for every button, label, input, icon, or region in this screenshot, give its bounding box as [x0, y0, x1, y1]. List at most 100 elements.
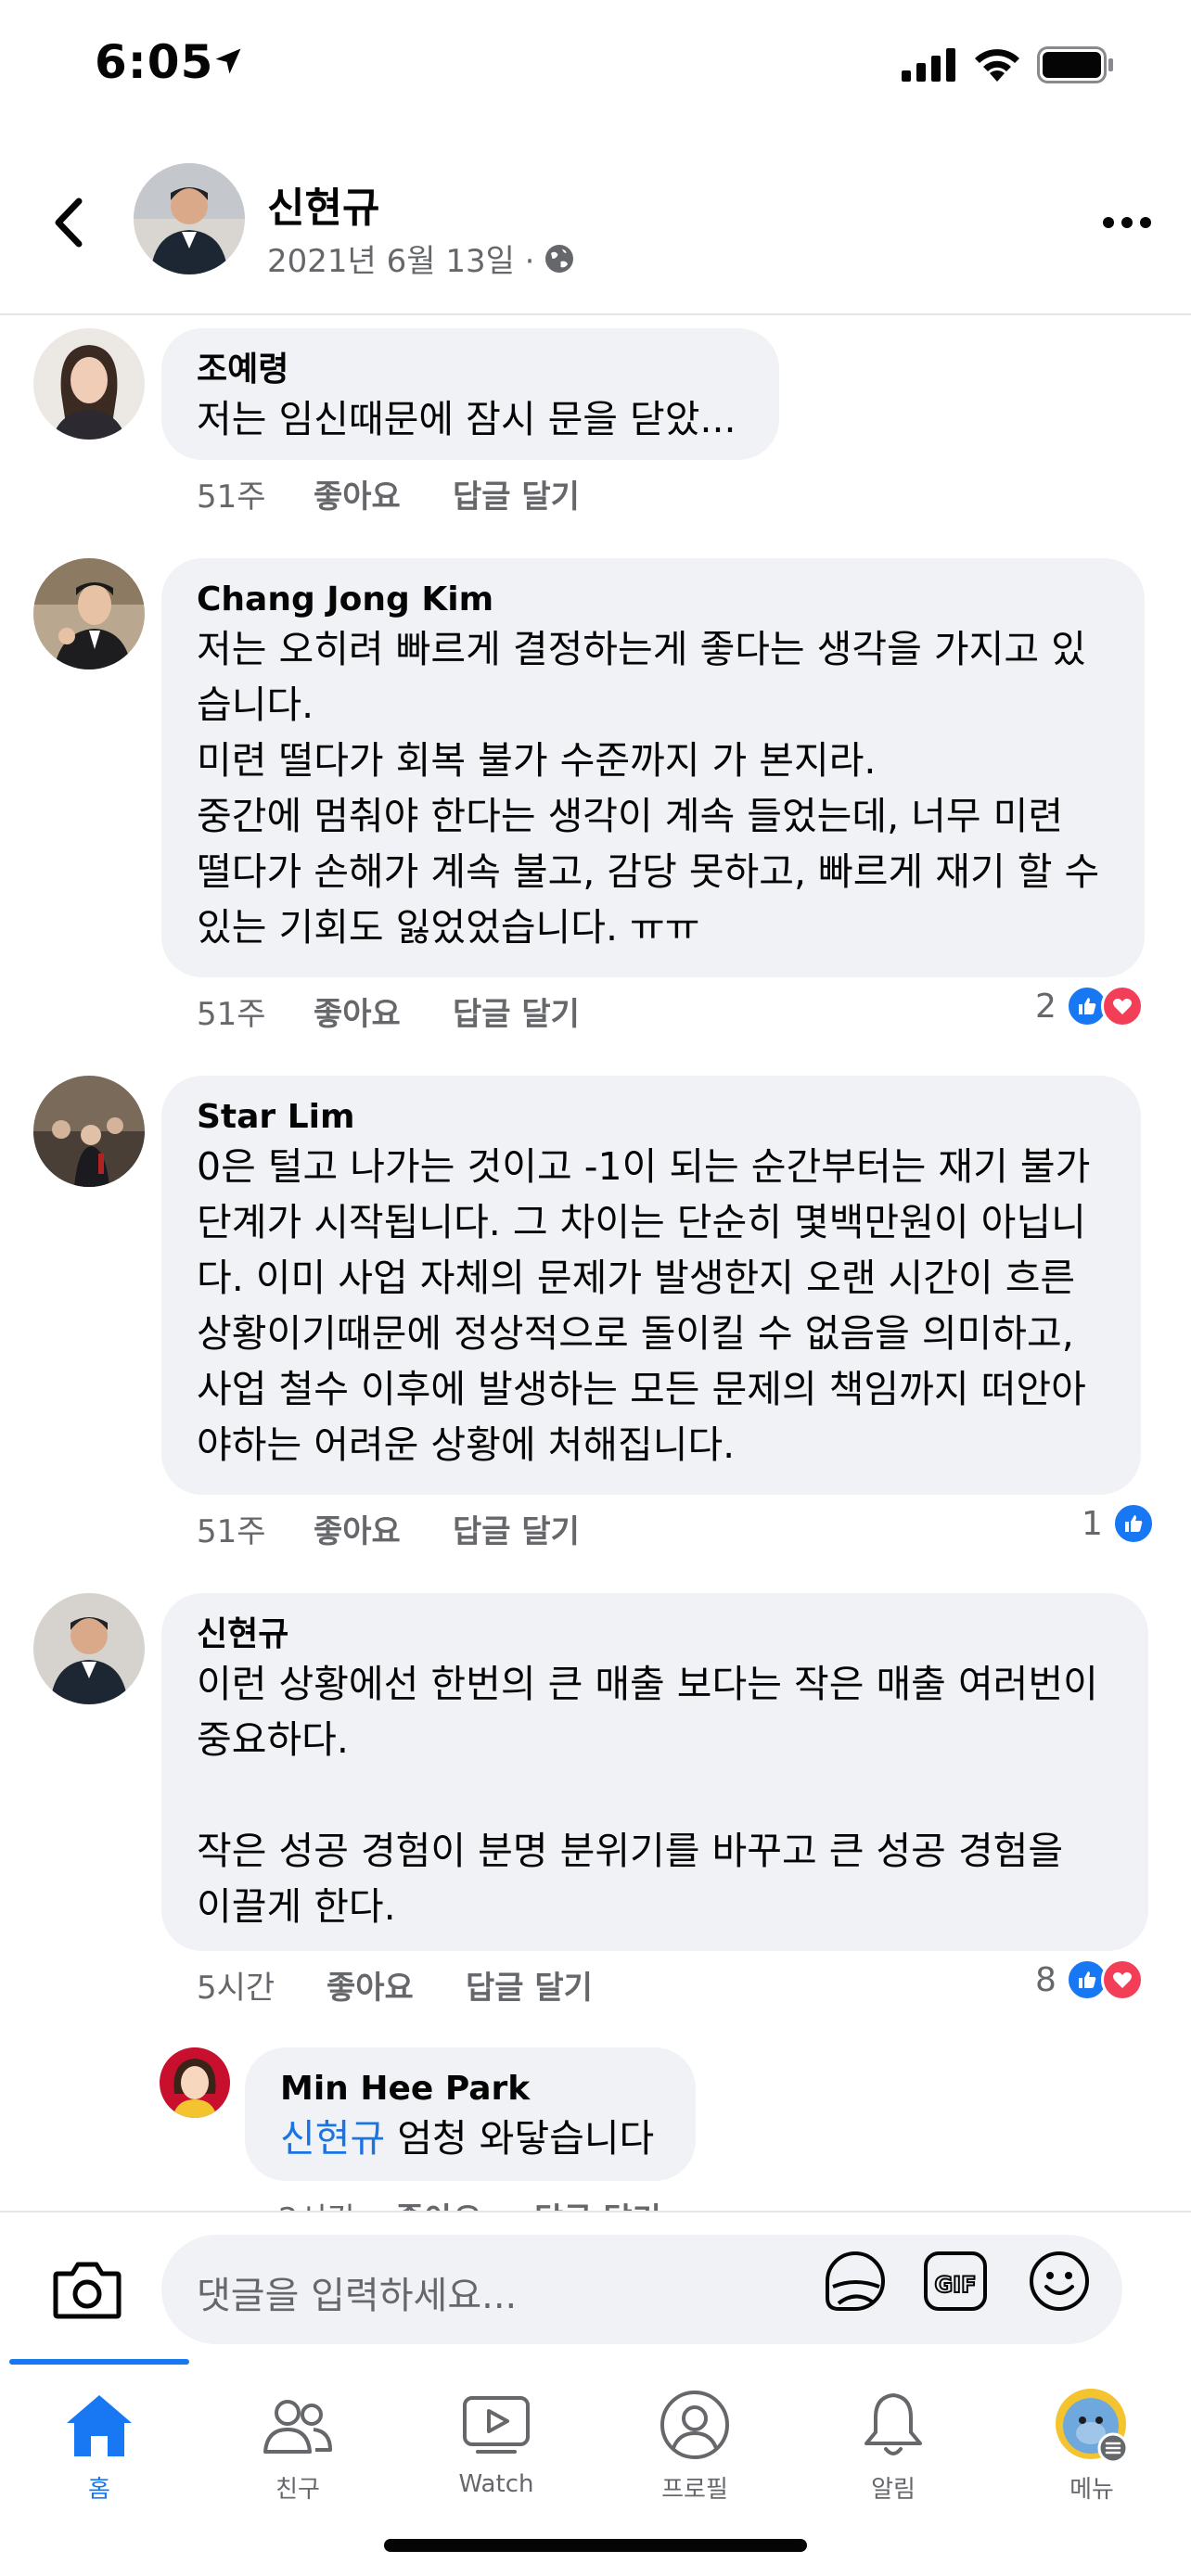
nav-tab-notifications[interactable]: 알림 [794, 2383, 992, 2505]
heart-icon [1112, 998, 1132, 1014]
chevron-left-icon [55, 198, 83, 248]
camera-icon[interactable] [52, 2259, 122, 2320]
post-meta: 2021년 6월 13일 · [267, 236, 576, 281]
comment-text: 저는 오히려 빠르게 결정하는게 좋다는 생각을 가지고 있 습니다. 미련 떨… [197, 627, 1100, 950]
reply-button[interactable]: 답글 달기 [453, 988, 580, 1034]
thumbs-up-icon [1078, 998, 1096, 1014]
reply-text: 엄청 와닿습니다 [385, 2116, 655, 2161]
battery-icon [1037, 46, 1113, 83]
home-indicator[interactable] [384, 2539, 807, 2552]
gif-icon[interactable]: GIF [920, 2246, 991, 2316]
comment-time: 51주 [197, 1513, 266, 1550]
status-bar: 6:05 [0, 0, 1191, 139]
person-photo-icon [33, 328, 145, 440]
person-photo-icon [33, 1593, 145, 1704]
comment-actions: 5시간 좋아요 답글 달기 [197, 1962, 593, 2008]
comment-bubble: 신현규 이런 상황에선 한번의 큰 매출 보다는 작은 매출 여러번이 중요하다… [161, 1593, 1148, 1951]
author-name[interactable]: 신현규 [267, 174, 379, 234]
reply-button[interactable]: 답글 달기 [453, 1506, 580, 1551]
wifi-icon [975, 49, 1019, 82]
commenter-avatar[interactable] [33, 328, 145, 440]
reply-button[interactable]: 답글 달기 [453, 471, 580, 516]
status-time: 6:05 [95, 35, 214, 89]
nav-label: 프로필 [661, 2476, 728, 2504]
nav-tab-watch[interactable]: Watch [397, 2383, 596, 2498]
love-reaction-icon [1100, 1958, 1144, 2001]
reaction-count: 8 [1035, 1960, 1057, 1999]
more-dot-icon [1121, 217, 1133, 228]
more-options-button[interactable] [1095, 204, 1159, 241]
comment-text: 신현규 엄청 와닿습니다 [280, 2111, 660, 2166]
cartoon-avatar-icon [160, 2047, 230, 2118]
comment-time: 51주 [197, 478, 266, 516]
reaction-summary[interactable]: 8 [1035, 1958, 1144, 2001]
like-button[interactable]: 좋아요 [314, 988, 453, 1034]
comment-bubble: 조예령 저는 임신때문에 잠시 문을 닫았... [161, 328, 779, 460]
comment-text: 이런 상황에선 한번의 큰 매출 보다는 작은 매출 여러번이 중요하다. 작은… [197, 1662, 1098, 1929]
profile-icon [660, 2391, 729, 2459]
commenter-name[interactable]: 조예령 [197, 349, 744, 391]
commenter-avatar[interactable] [33, 1076, 145, 1187]
person-photo-icon [33, 1076, 145, 1187]
comment-text: 저는 임신때문에 잠시 문을 닫았... [197, 397, 736, 441]
heart-icon [1112, 1971, 1132, 1988]
sticker-icon[interactable] [820, 2246, 890, 2316]
nav-label: 알림 [871, 2476, 916, 2504]
comment-bubble: Chang Jong Kim 저는 오히려 빠르게 결정하는게 좋다는 생각을 … [161, 558, 1145, 977]
comment-text: 0은 털고 나가는 것이고 -1이 되는 순간부터는 재기 불가 단계가 시작됩… [197, 1144, 1091, 1467]
commenter-name[interactable]: Star Lim [197, 1096, 1106, 1139]
love-reaction-icon [1100, 985, 1144, 1027]
commenter-name[interactable]: 신현규 [197, 1613, 1113, 1656]
reaction-count: 1 [1082, 1504, 1103, 1543]
post-date[interactable]: 2021년 6월 13일 · [267, 236, 535, 281]
comment-input-placeholder: 댓글을 입력하세요... [197, 2275, 518, 2317]
commenter-avatar[interactable] [33, 1593, 145, 1704]
svg-text:GIF: GIF [934, 2272, 976, 2298]
nav-label: 메뉴 [1069, 2476, 1114, 2504]
commenter-avatar[interactable] [33, 558, 145, 670]
thumbs-up-icon [1124, 1515, 1143, 1532]
nav-tab-profile[interactable]: 프로필 [596, 2383, 794, 2505]
active-tab-indicator [9, 2359, 189, 2365]
nav-tab-home[interactable]: 홈 [0, 2383, 198, 2505]
commenter-avatar[interactable] [160, 2047, 230, 2118]
emoji-icon[interactable] [1024, 2246, 1095, 2316]
more-dot-icon [1103, 217, 1114, 228]
reaction-summary[interactable]: 2 [1035, 985, 1144, 1027]
watch-icon [463, 2396, 530, 2454]
like-reaction-icon [1111, 1502, 1155, 1545]
commenter-name[interactable]: Min Hee Park [280, 2068, 660, 2111]
comment-composer: 댓글을 입력하세요... GIF [0, 2211, 1191, 2359]
nav-label: Watch [458, 2470, 534, 2498]
author-avatar[interactable] [134, 163, 245, 274]
comment-actions: 51주 좋아요 답글 달기 [197, 1506, 580, 1551]
nav-label: 친구 [275, 2476, 320, 2504]
like-button[interactable]: 좋아요 [314, 471, 453, 516]
comment-actions: 51주 좋아요 답글 달기 [197, 471, 580, 516]
commenter-name[interactable]: Chang Jong Kim [197, 579, 1109, 621]
mention-link[interactable]: 신현규 [280, 2116, 385, 2161]
home-icon [67, 2395, 132, 2456]
nav-label: 홈 [88, 2476, 110, 2504]
reaction-count: 2 [1035, 987, 1057, 1026]
location-arrow-icon [215, 48, 241, 74]
thumbs-up-icon [1078, 1971, 1096, 1988]
post-header: 신현규 2021년 6월 13일 · [0, 139, 1191, 315]
comment-bubble: Star Lim 0은 털고 나가는 것이고 -1이 되는 순간부터는 재기 불… [161, 1076, 1141, 1495]
back-button[interactable] [41, 190, 96, 255]
reply-bubble: Min Hee Park 신현규 엄청 와닿습니다 [245, 2047, 696, 2181]
cellular-signal-icon [902, 48, 955, 82]
comment-time: 51주 [197, 996, 266, 1033]
comment-actions: 51주 좋아요 답글 달기 [197, 988, 580, 1034]
nav-tab-friends[interactable]: 친구 [198, 2383, 397, 2505]
menu-avatar-icon [1056, 2389, 1129, 2464]
person-photo-icon [134, 163, 245, 274]
reaction-summary[interactable]: 1 [1082, 1502, 1155, 1545]
reply-button[interactable]: 답글 달기 [466, 1962, 593, 2008]
nav-tab-menu[interactable]: 메뉴 [992, 2383, 1191, 2505]
bell-icon [864, 2393, 922, 2455]
like-button[interactable]: 좋아요 [314, 1506, 453, 1551]
comment-time: 5시간 [197, 1970, 275, 2007]
like-button[interactable]: 좋아요 [327, 1962, 466, 2008]
globe-icon [544, 244, 573, 273]
